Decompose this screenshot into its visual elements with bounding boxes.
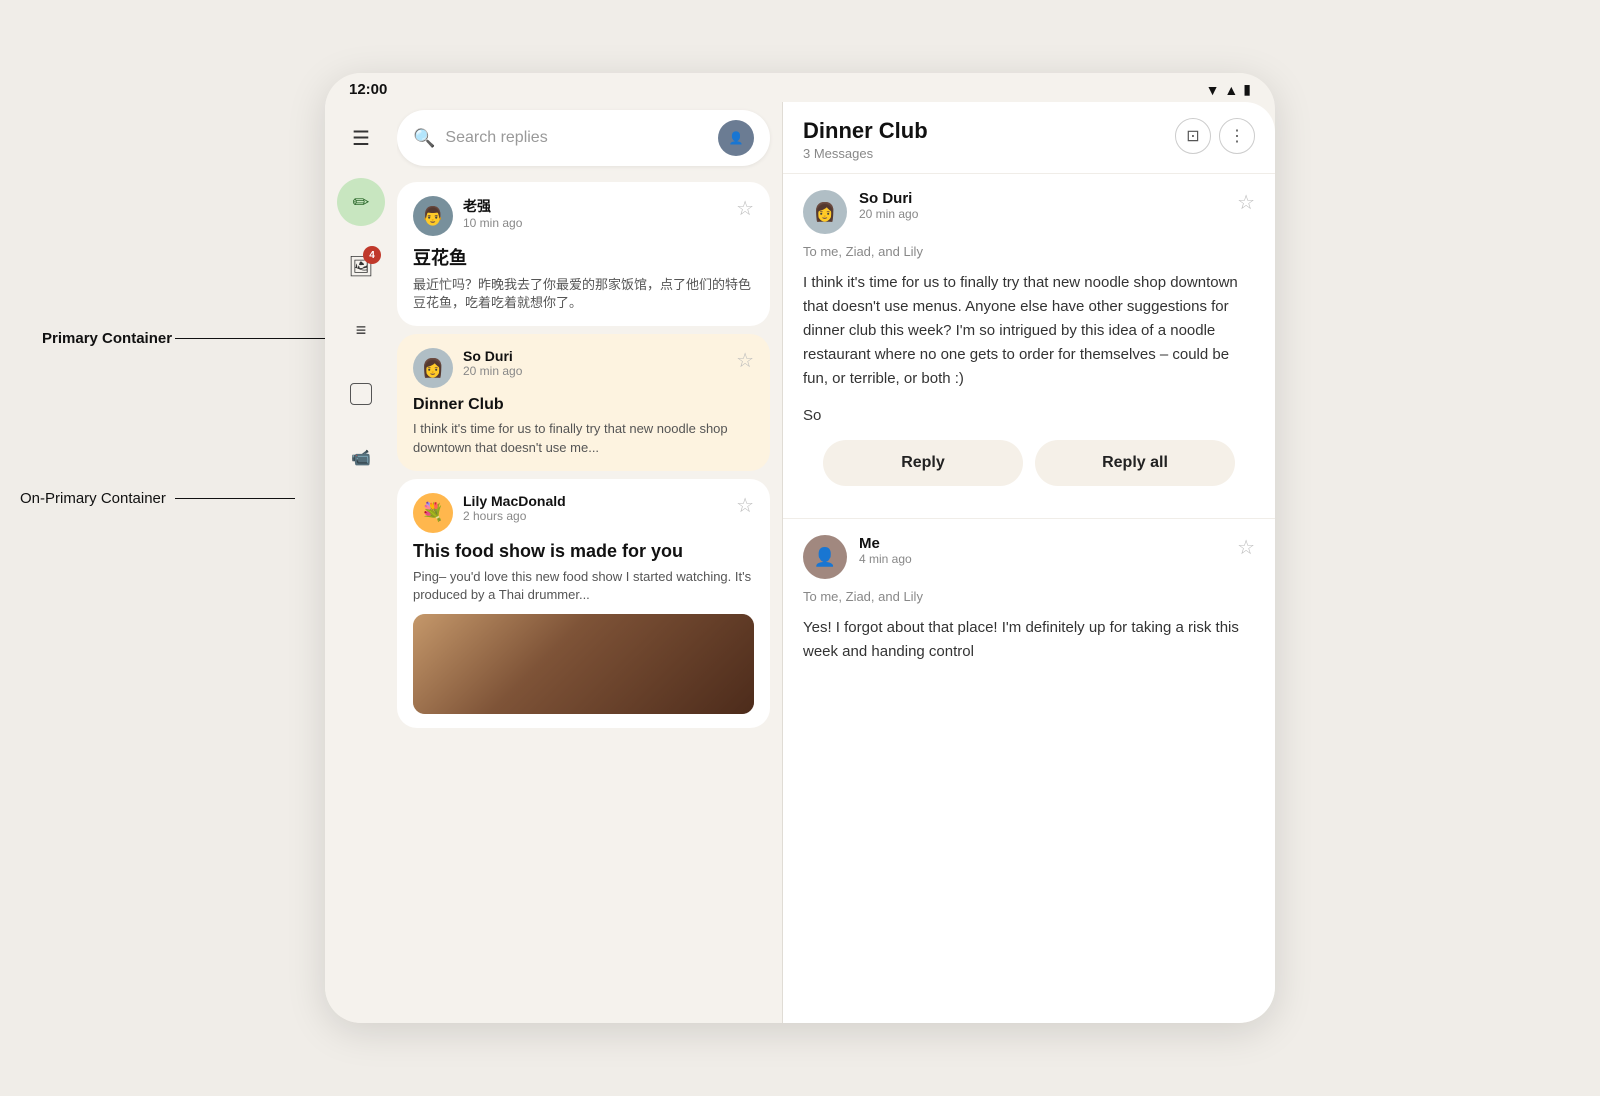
- message-card-2: 👤 Me 4 min ago ☆ To me, Ziad, and Lily Y…: [783, 519, 1275, 680]
- email-time-soduri: 20 min ago: [463, 364, 726, 378]
- menu-icon: ☰: [352, 126, 370, 151]
- detail-square-button[interactable]: ⊡: [1175, 118, 1211, 154]
- detail-title-block: Dinner Club 3 Messages: [803, 118, 928, 161]
- primary-container-label: Primary Container: [42, 330, 172, 347]
- email-image-lily: [413, 614, 754, 714]
- detail-header: Dinner Club 3 Messages ⊡ ⋮: [783, 102, 1275, 174]
- email-detail-panel: Dinner Club 3 Messages ⊡ ⋮ 👩: [783, 102, 1275, 1023]
- on-primary-container-label: On-Primary Container: [20, 490, 166, 507]
- message-time-2: 4 min ago: [859, 552, 1225, 566]
- inbox-icon: ≡: [356, 320, 367, 341]
- message-time-1: 20 min ago: [859, 207, 1225, 221]
- email-item-laojian[interactable]: 👨 老强 10 min ago ☆ 豆花鱼 最近忙吗？昨晚我去了你最爱的那家饭馆…: [397, 182, 770, 326]
- sidebar-menu-icon[interactable]: ☰: [337, 114, 385, 162]
- email-list-scroll: 👨 老强 10 min ago ☆ 豆花鱼 最近忙吗？昨晚我去了你最爱的那家饭馆…: [397, 178, 782, 1023]
- sidebar-chat-icon[interactable]: [337, 370, 385, 418]
- email-meta-soduri: So Duri 20 min ago: [463, 348, 726, 378]
- email-subject-soduri: Dinner Club: [413, 396, 754, 414]
- star-icon-lily[interactable]: ☆: [736, 493, 754, 518]
- reply-buttons: Reply Reply all: [803, 424, 1255, 502]
- message-header-2: 👤 Me 4 min ago ☆: [803, 535, 1255, 579]
- message-avatar-soduri: 👩: [803, 190, 847, 234]
- status-time: 12:00: [349, 81, 387, 98]
- primary-container-line: [175, 338, 340, 339]
- email-preview-laojian: 最近忙吗？昨晚我去了你最爱的那家饭馆，点了他们的特色豆花鱼，吃着吃着就想你了。: [413, 276, 754, 312]
- email-time-laojian: 10 min ago: [463, 216, 726, 230]
- sidebar: ☰ ✏ 🖼 4 ≡ 📹: [325, 102, 397, 1023]
- detail-subtitle: 3 Messages: [803, 146, 928, 161]
- notification-badge: 4: [363, 246, 381, 264]
- message-avatar-me: 👤: [803, 535, 847, 579]
- star-icon-msg2[interactable]: ☆: [1237, 535, 1255, 560]
- message-header-1: 👩 So Duri 20 min ago ☆: [803, 190, 1255, 234]
- compose-icon: ✏: [353, 190, 370, 215]
- email-preview-soduri: I think it's time for us to finally try …: [413, 420, 754, 456]
- page-wrapper: Primary Container On-Primary Container 1…: [0, 0, 1600, 1096]
- email-time-lily: 2 hours ago: [463, 509, 726, 523]
- sender-name-lily: Lily MacDonald: [463, 493, 726, 509]
- message-signature-1: So: [803, 407, 1255, 424]
- email-header-soduri: 👩 So Duri 20 min ago ☆: [413, 348, 754, 388]
- message-card-1: 👩 So Duri 20 min ago ☆ To me, Ziad, and …: [783, 174, 1275, 519]
- me-msg-avatar: 👤: [814, 547, 836, 568]
- user-avatar[interactable]: 👤: [718, 120, 754, 156]
- star-icon-soduri[interactable]: ☆: [736, 348, 754, 373]
- status-bar: 12:00 ▼ ▲ ▮: [325, 73, 1275, 102]
- email-header-lily: 💐 Lily MacDonald 2 hours ago ☆: [413, 493, 754, 533]
- battery-icon: ▮: [1243, 81, 1251, 98]
- sender-avatar-soduri: 👩: [413, 348, 453, 388]
- soduri-msg-avatar: 👩: [814, 202, 836, 223]
- email-subject-lily: This food show is made for you: [413, 541, 754, 562]
- message-sender-name-1: So Duri: [859, 190, 1225, 207]
- sidebar-inbox-icon[interactable]: ≡: [337, 306, 385, 354]
- sidebar-compose-icon[interactable]: ✏: [337, 178, 385, 226]
- on-primary-container-line: [175, 498, 295, 499]
- lily-avatar-img: 💐: [422, 502, 444, 523]
- search-icon: 🔍: [413, 128, 435, 149]
- star-icon-laojian[interactable]: ☆: [736, 196, 754, 221]
- email-image-overlay: [413, 614, 754, 714]
- reply-button[interactable]: Reply: [823, 440, 1023, 486]
- email-item-lily[interactable]: 💐 Lily MacDonald 2 hours ago ☆ This food…: [397, 479, 770, 728]
- message-to-1: To me, Ziad, and Lily: [803, 244, 1255, 259]
- sidebar-video-icon[interactable]: 📹: [337, 434, 385, 482]
- message-sender-name-2: Me: [859, 535, 1225, 552]
- wifi-icon: ▼: [1206, 82, 1220, 98]
- sender-avatar-lily: 💐: [413, 493, 453, 533]
- search-bar[interactable]: 🔍 Search replies 👤: [397, 110, 770, 166]
- email-meta-lily: Lily MacDonald 2 hours ago: [463, 493, 726, 523]
- email-preview-lily: Ping– you'd love this new food show I st…: [413, 568, 754, 604]
- search-input[interactable]: Search replies: [445, 129, 708, 147]
- signal-icon: ▲: [1224, 82, 1238, 98]
- laojian-avatar-img: 👨: [422, 206, 444, 227]
- detail-dots-button[interactable]: ⋮: [1219, 118, 1255, 154]
- user-avatar-initials: 👤: [729, 131, 744, 145]
- email-header-laojian: 👨 老强 10 min ago ☆: [413, 196, 754, 236]
- email-list-panel: 🔍 Search replies 👤 👨: [397, 102, 782, 1023]
- message-sender-info-2: Me 4 min ago: [859, 535, 1225, 566]
- soduri-avatar-img: 👩: [422, 358, 444, 379]
- sender-name-laojian: 老强: [463, 196, 726, 216]
- email-subject-laojian: 豆花鱼: [413, 244, 754, 270]
- phone-frame: 12:00 ▼ ▲ ▮ ☰ ✏ 🖼 4: [325, 73, 1275, 1023]
- message-sender-info-1: So Duri 20 min ago: [859, 190, 1225, 221]
- video-icon: 📹: [351, 448, 371, 468]
- detail-scroll: 👩 So Duri 20 min ago ☆ To me, Ziad, and …: [783, 174, 1275, 1023]
- email-meta-laojian: 老强 10 min ago: [463, 196, 726, 230]
- chat-icon: [350, 383, 372, 405]
- star-icon-msg1[interactable]: ☆: [1237, 190, 1255, 215]
- message-body-2: Yes! I forgot about that place! I'm defi…: [803, 616, 1255, 664]
- detail-title: Dinner Club: [803, 118, 928, 144]
- email-item-soduri[interactable]: 👩 So Duri 20 min ago ☆ Dinner Club I thi…: [397, 334, 770, 470]
- main-content: ☰ ✏ 🖼 4 ≡ 📹: [325, 102, 1275, 1023]
- message-body-1: I think it's time for us to finally try …: [803, 271, 1255, 391]
- reply-all-button[interactable]: Reply all: [1035, 440, 1235, 486]
- sender-avatar-laojian: 👨: [413, 196, 453, 236]
- message-to-2: To me, Ziad, and Lily: [803, 589, 1255, 604]
- detail-actions: ⊡ ⋮: [1175, 118, 1255, 154]
- sidebar-notifications-icon[interactable]: 🖼 4: [337, 242, 385, 290]
- sender-name-soduri: So Duri: [463, 348, 726, 364]
- status-icons: ▼ ▲ ▮: [1206, 81, 1251, 98]
